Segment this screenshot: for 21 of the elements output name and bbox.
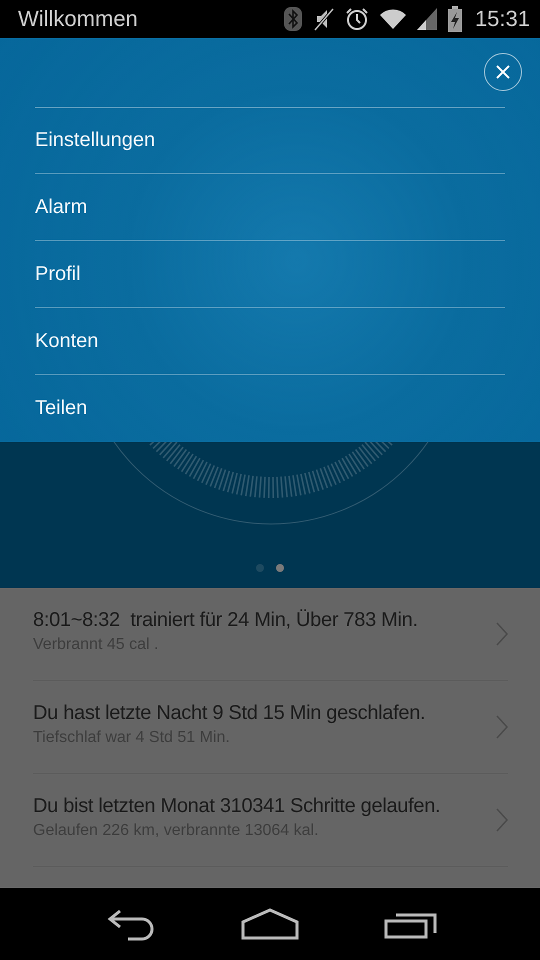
summary-title: 8:01~8:32 trainiert für 24 Min, Über 783 Min. xyxy=(33,608,418,632)
wifi-icon xyxy=(378,8,407,30)
close-icon xyxy=(495,64,511,80)
page-indicator-dot[interactable] xyxy=(256,564,264,572)
app-title: Willkommen xyxy=(18,6,138,32)
home-icon[interactable] xyxy=(240,908,299,940)
menu-item[interactable]: Teilen xyxy=(35,375,505,442)
page-indicator-dot[interactable] xyxy=(276,564,284,572)
alarm-clock-icon xyxy=(344,7,369,31)
menu-item[interactable]: Profil xyxy=(35,241,505,308)
signal-icon xyxy=(416,8,437,30)
bluetooth-icon xyxy=(282,6,303,32)
close-button[interactable] xyxy=(484,52,522,90)
menu-item[interactable]: Einstellungen xyxy=(35,107,505,174)
clock-time: 15:31 xyxy=(474,6,530,32)
muted-speaker-icon xyxy=(312,7,335,31)
summary-title: Du hast letzte Nacht 9 Std 15 Min geschlafen. xyxy=(33,702,426,724)
summary-title: Du bist letzten Monat 310341 Schritte gelaufen. xyxy=(33,794,440,818)
charging-battery-icon xyxy=(446,6,463,32)
menu-item[interactable]: Alarm xyxy=(35,174,505,241)
menu-item[interactable]: Konten xyxy=(35,308,505,375)
